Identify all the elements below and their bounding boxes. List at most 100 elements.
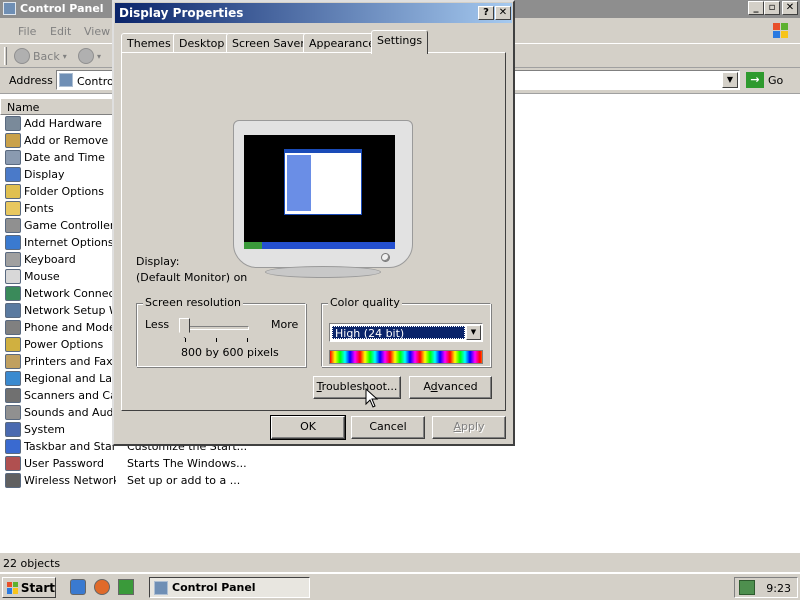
list-item-name: Internet Options (24, 236, 114, 249)
toolbar-grip[interactable] (4, 47, 7, 65)
list-item[interactable]: Power Options (5, 336, 116, 353)
apply-label: Apply (453, 420, 485, 433)
list-item[interactable]: Display (5, 166, 116, 183)
list-item[interactable]: Printers and Faxes (5, 353, 116, 370)
list-item[interactable]: Keyboard (5, 251, 116, 268)
item-icon (5, 167, 21, 182)
start-label: Start (20, 580, 55, 595)
tab-settings[interactable]: Settings (371, 30, 429, 54)
list-item-name: Network Connect... (24, 287, 116, 300)
screen-resolution-legend: Screen resolution (143, 296, 243, 309)
list-item-name: Wireless Network... (24, 474, 116, 487)
item-icon (5, 473, 21, 488)
list-item[interactable]: System (5, 421, 116, 438)
back-dropdown-icon: ▾ (62, 51, 67, 61)
status-text: 22 objects (3, 557, 61, 570)
dialog-title: Display Properties (119, 6, 244, 20)
taskbar-button-control-panel[interactable]: Control Panel (149, 577, 310, 598)
item-icon (5, 286, 21, 301)
windows-logo-icon (773, 23, 788, 38)
advanced-label: Advanced (423, 380, 478, 393)
ok-button[interactable]: OK (270, 415, 346, 440)
address-dropdown-button[interactable]: ▼ (722, 72, 738, 88)
item-icon (5, 252, 21, 267)
list-item[interactable]: Sounds and Audi... (5, 404, 116, 421)
list-item[interactable]: User Password Starts The Windows... (5, 455, 247, 472)
preview-taskbar (244, 242, 395, 249)
quicklaunch-media-icon[interactable] (94, 579, 110, 595)
resolution-slider-thumb[interactable] (179, 318, 190, 338)
list-item-name: Power Options (24, 338, 104, 351)
slider-tick (216, 338, 217, 342)
list-item-name: Add Hardware (24, 117, 102, 130)
close-button[interactable]: ✕ (782, 1, 798, 15)
menu-edit[interactable]: Edit (50, 25, 71, 38)
list-item[interactable]: Internet Options (5, 234, 116, 251)
color-quality-dropdown-button[interactable]: ▼ (466, 325, 481, 340)
list-item[interactable]: Game Controllers (5, 217, 116, 234)
go-button[interactable]: → Go (746, 72, 783, 88)
list-item[interactable]: Scanners and Ca... (5, 387, 116, 404)
item-icon (5, 116, 21, 131)
list-item[interactable]: Phone and Mode... (5, 319, 116, 336)
list-item-name: Display (24, 168, 65, 181)
troubleshoot-label: Troubleshoot... (316, 380, 398, 393)
dialog-close-button[interactable]: ✕ (495, 6, 511, 20)
network-tray-icon[interactable] (739, 580, 755, 595)
list-item[interactable]: Folder Options (5, 183, 116, 200)
quicklaunch-desktop-icon[interactable] (118, 579, 134, 595)
list-item[interactable]: Network Setup W... (5, 302, 116, 319)
control-panel-icon (154, 580, 168, 595)
forward-button[interactable]: ▾ (78, 48, 101, 64)
resolution-slider-track[interactable] (183, 326, 249, 330)
control-panel-icon (3, 2, 16, 15)
list-item[interactable]: Network Connect... (5, 285, 116, 302)
list-item-name: Sounds and Audi... (24, 406, 116, 419)
maximize-button[interactable]: ▫ (764, 1, 780, 15)
quicklaunch-ie-icon[interactable] (70, 579, 86, 595)
list-item[interactable]: Regional and Lan... (5, 370, 116, 387)
item-icon (5, 422, 21, 437)
item-icon (5, 371, 21, 386)
color-quality-select[interactable]: High (24 bit) ▼ (329, 323, 483, 342)
mouse-cursor-icon (365, 388, 379, 408)
back-button[interactable]: Back ▾ (14, 48, 67, 64)
list-item[interactable]: Wireless Network... Set up or add to a ..… (5, 472, 240, 489)
cancel-button[interactable]: Cancel (351, 416, 425, 439)
list-item[interactable]: Fonts (5, 200, 116, 217)
menu-file[interactable]: File (18, 25, 36, 38)
clock[interactable]: 9:23 (766, 582, 791, 595)
minimize-button[interactable]: _ (748, 1, 764, 15)
monitor-preview (233, 120, 413, 280)
tab-themes[interactable]: Themes (121, 33, 177, 53)
list-item[interactable]: Add Hardware (5, 115, 116, 132)
apply-button[interactable]: Apply (432, 416, 506, 439)
tab-screen-saver[interactable]: Screen Saver (226, 33, 311, 53)
advanced-button[interactable]: Advanced (409, 376, 492, 399)
tab-appearance[interactable]: Appearance (303, 33, 382, 53)
item-icon (5, 184, 21, 199)
start-button[interactable]: Start (2, 577, 56, 598)
tab-desktop[interactable]: Desktop (173, 33, 231, 53)
menu-view[interactable]: View (84, 25, 110, 38)
taskbar: Start Control Panel 9:23 (0, 573, 800, 600)
control-panel-icon (59, 73, 73, 87)
column-header-label: Name (7, 101, 40, 114)
item-icon (5, 337, 21, 352)
item-icon (5, 388, 21, 403)
slider-tick (247, 338, 248, 342)
list-item[interactable]: Date and Time (5, 149, 116, 166)
help-button[interactable]: ? (478, 6, 494, 20)
list-item-name: Folder Options (24, 185, 104, 198)
list-item[interactable]: Add or Remove P... (5, 132, 116, 149)
color-quality-group: Color quality High (24 bit) ▼ (321, 296, 491, 367)
list-item[interactable]: Taskbar and Star... Customize the Start..… (5, 438, 247, 455)
item-icon (5, 405, 21, 420)
item-icon (5, 201, 21, 216)
list-item-name: Scanners and Ca... (24, 389, 116, 402)
list-item[interactable]: Mouse (5, 268, 116, 285)
troubleshoot-button[interactable]: Troubleshoot... (313, 376, 401, 399)
display-properties-dialog: Display Properties ? ✕ Themes Desktop Sc… (112, 0, 515, 446)
dialog-titlebar[interactable]: Display Properties ? ✕ (115, 3, 512, 23)
column-header-name[interactable]: Name (0, 98, 122, 115)
